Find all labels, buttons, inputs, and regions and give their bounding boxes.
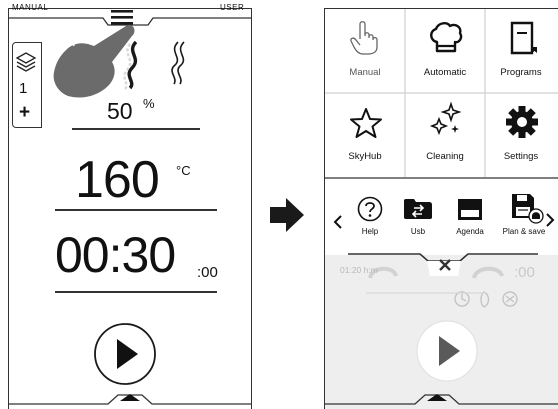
menu-tile-settings[interactable]: Settings <box>485 93 558 177</box>
chef-hat-icon <box>430 21 463 53</box>
time-divider <box>55 291 217 293</box>
menu-tile-programs[interactable]: Programs <box>485 9 558 93</box>
tool-label: Plan & save <box>502 227 546 236</box>
ghost-seconds: :00 <box>514 264 535 281</box>
temperature-value[interactable]: 160 <box>75 150 160 210</box>
add-shelf-button[interactable]: + <box>19 102 30 124</box>
tool-usb[interactable]: Usb <box>396 194 440 242</box>
ghost-bottom-tab <box>325 394 558 405</box>
tool-plan-save[interactable]: Plan & save <box>502 190 546 242</box>
plan-save-icon <box>512 194 544 224</box>
menu-tile-skyhub[interactable]: SkyHub <box>325 93 405 177</box>
menu-tile-label: SkyHub <box>348 151 382 162</box>
tool-help[interactable]: Help <box>348 194 392 242</box>
tool-label: Help <box>361 227 379 236</box>
menu-tile-label: Programs <box>500 67 542 78</box>
agenda-icon <box>458 199 482 220</box>
ghost-duration: 01:20 h:m <box>340 265 378 275</box>
star-icon <box>350 108 382 138</box>
usb-folder-icon <box>404 199 432 219</box>
ghost-start-button <box>416 320 478 382</box>
sparkles-icon <box>429 101 462 136</box>
help-icon <box>357 196 383 222</box>
ghost-time-arcs <box>368 266 504 279</box>
humidity-value[interactable]: 50 <box>107 98 133 125</box>
tool-label: Usb <box>410 227 426 236</box>
menu-tile-label: Cleaning <box>426 151 464 162</box>
book-icon <box>510 21 537 55</box>
menu-tile-cleaning[interactable]: Cleaning <box>405 93 485 177</box>
temperature-divider <box>55 209 217 211</box>
ghost-divider <box>366 292 486 294</box>
menu-tile-label: Settings <box>503 151 539 162</box>
cooking-time-seconds: :00 <box>197 264 218 281</box>
temperature-unit: °C <box>176 163 191 178</box>
shelf-count: 1 <box>19 80 28 97</box>
hand-icon <box>350 21 378 55</box>
chevron-left-icon[interactable] <box>332 214 344 230</box>
menu-tile-manual[interactable]: Manual <box>325 9 405 93</box>
transition-arrow-icon <box>270 198 304 232</box>
gear-icon <box>506 106 538 138</box>
start-button[interactable] <box>94 323 158 387</box>
tool-label: Agenda <box>456 227 484 236</box>
bottom-tab[interactable] <box>8 390 252 409</box>
layers-icon <box>15 52 37 72</box>
hand-gesture-icon <box>53 24 135 98</box>
humidity-divider <box>72 128 200 130</box>
cooking-time-value[interactable]: 00:30 <box>55 226 176 284</box>
menu-tile-label: Automatic <box>423 67 467 78</box>
humidity-unit: % <box>143 96 155 111</box>
menu-tile-automatic[interactable]: Automatic <box>405 9 485 93</box>
menu-tile-label: Manual <box>349 67 381 78</box>
tool-agenda[interactable]: Agenda <box>448 194 492 242</box>
